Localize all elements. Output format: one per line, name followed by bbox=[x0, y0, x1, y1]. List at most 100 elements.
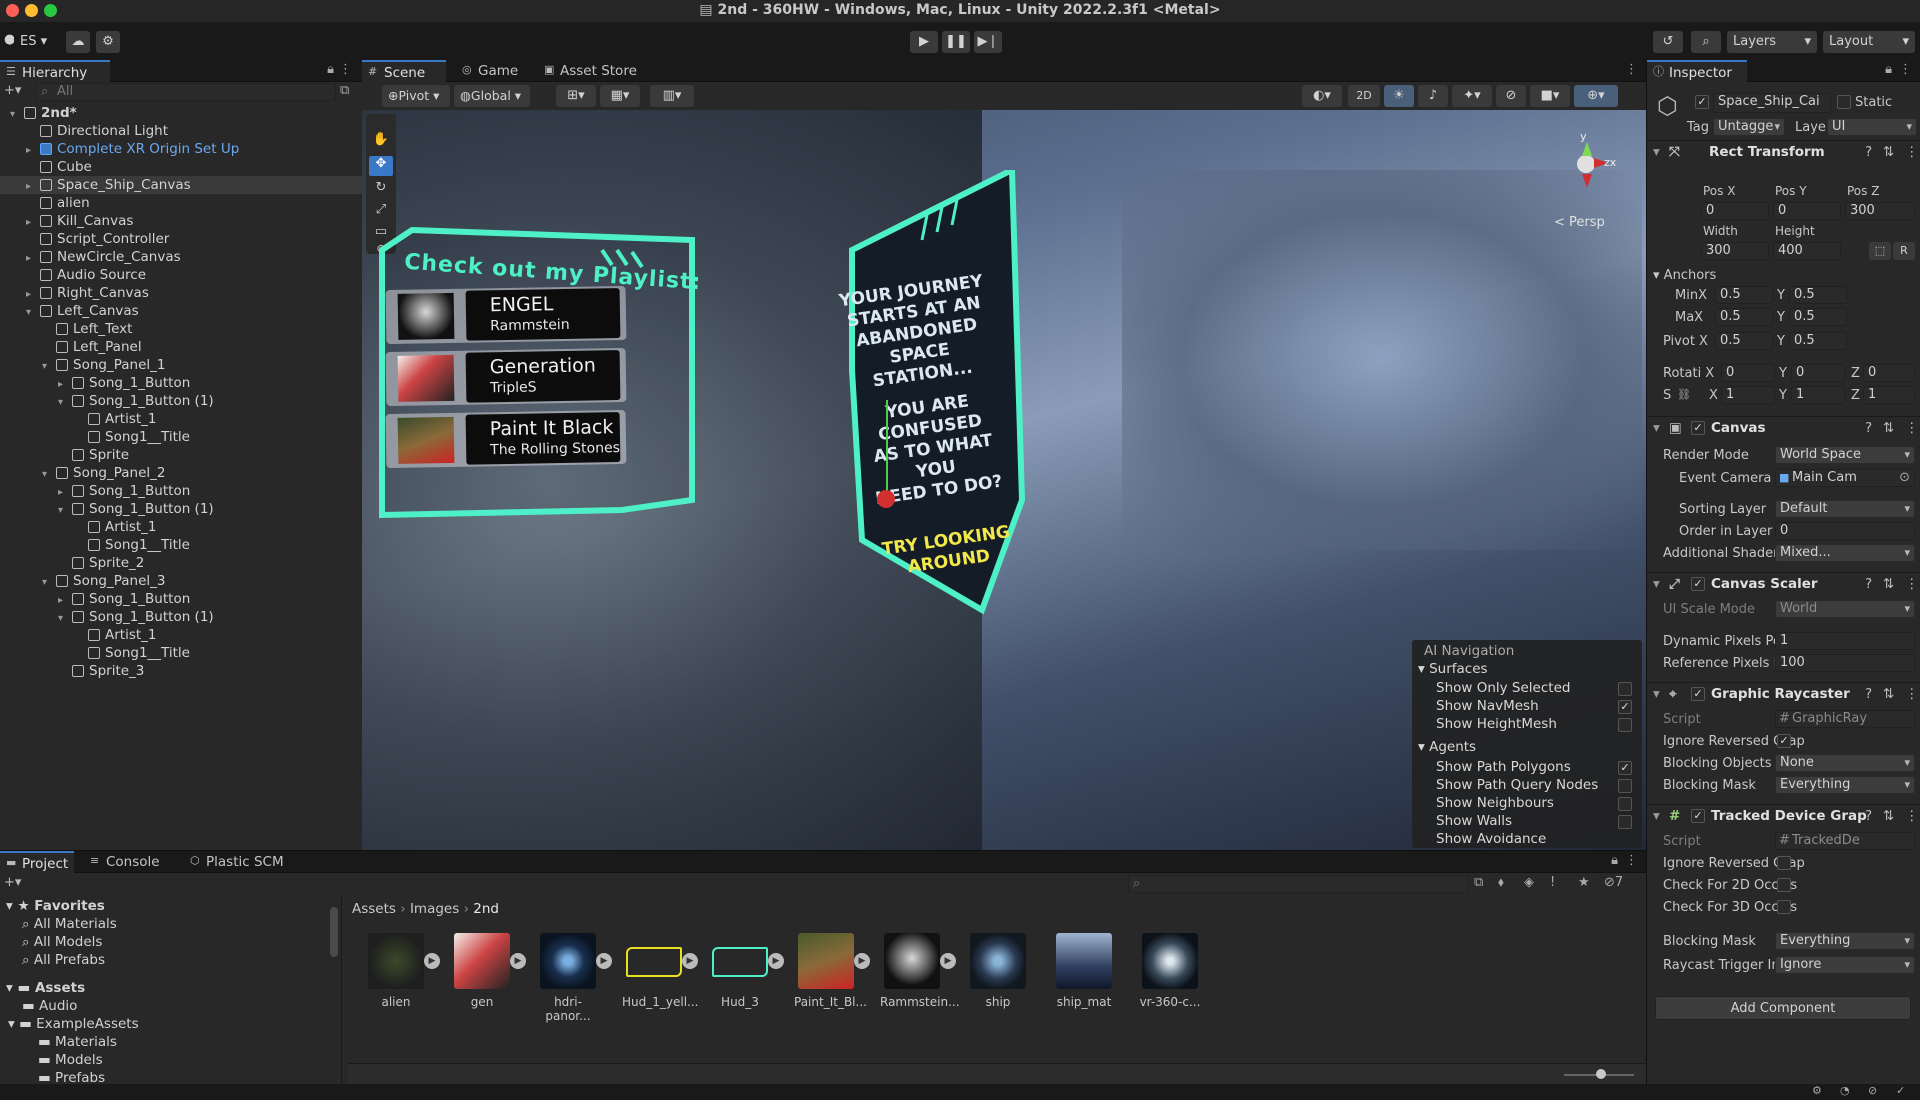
minimize-window-button[interactable] bbox=[25, 4, 38, 17]
snap-icon[interactable]: ⊞▾ bbox=[556, 85, 596, 107]
breadcrumb-assets[interactable]: Assets bbox=[352, 901, 396, 917]
hierarchy-item[interactable]: ▾ Song_Panel_3 bbox=[0, 572, 362, 590]
canvas-header[interactable]: ▾ ▣ ✓ Canvas ? ⇅ ⋮ bbox=[1647, 416, 1920, 438]
anchors-foldout[interactable]: ▾ Anchors bbox=[1653, 268, 1716, 283]
hierarchy-item[interactable]: ▸ NewCircle_Canvas bbox=[0, 248, 362, 266]
tab-inspector[interactable]: ⓘ Inspector bbox=[1647, 60, 1747, 82]
tree-scrollbar[interactable] bbox=[330, 907, 338, 957]
hierarchy-item[interactable]: Left_Panel bbox=[0, 338, 362, 356]
warning-filter-icon[interactable]: ! bbox=[1550, 875, 1555, 890]
tracked-device-enabled-checkbox[interactable]: ✓ bbox=[1691, 809, 1705, 823]
blocking-mask-dropdown[interactable]: Everything bbox=[1775, 776, 1915, 794]
hidden-objects-icon[interactable]: ⊘ bbox=[1496, 85, 1526, 107]
tree-item-materials[interactable]: ▬ Materials bbox=[38, 1033, 117, 1051]
all-prefabs-item[interactable]: ⌕ All Prefabs bbox=[22, 951, 105, 969]
grid-snap-icon[interactable]: ▦▾ bbox=[600, 85, 640, 107]
hierarchy-item[interactable]: ▾ Song_Panel_1 bbox=[0, 356, 362, 374]
presets-icon[interactable]: ⇅ bbox=[1883, 683, 1894, 705]
hidden-packages-icon[interactable]: ⊘7 bbox=[1604, 875, 1623, 890]
tab-plastic-scm[interactable]: ⬡ Plastic SCM bbox=[184, 851, 304, 873]
hierarchy-item[interactable]: Song1__Title bbox=[0, 428, 362, 446]
add-component-button[interactable]: Add Component bbox=[1655, 996, 1911, 1020]
expand-asset-icon[interactable]: ▶ bbox=[424, 953, 440, 969]
graphic-raycaster-enabled-checkbox[interactable]: ✓ bbox=[1691, 687, 1705, 701]
canvas-scaler-header[interactable]: ▾ ⤢ ✓ Canvas Scaler ? ⇅ ⋮ bbox=[1647, 572, 1920, 594]
hierarchy-item[interactable]: Script_Controller bbox=[0, 230, 362, 248]
canvas-enabled-checkbox[interactable]: ✓ bbox=[1691, 421, 1705, 435]
move-gizmo-center[interactable] bbox=[877, 490, 895, 508]
component-menu-icon[interactable]: ⋮ bbox=[1905, 417, 1919, 439]
component-menu-icon[interactable]: ⋮ bbox=[1905, 141, 1919, 163]
show-path-polygons-checkbox[interactable]: ✓ bbox=[1618, 761, 1632, 775]
add-icon[interactable]: +▾ bbox=[4, 83, 21, 98]
audio-icon[interactable]: ♪ bbox=[1418, 85, 1448, 107]
min-y-field[interactable]: 0.5 bbox=[1789, 286, 1847, 304]
asset-item[interactable]: Rammstein... ▶ bbox=[880, 933, 960, 1009]
hierarchy-item[interactable]: Song1__Title bbox=[0, 536, 362, 554]
rotate-tool-icon[interactable]: ↻ bbox=[369, 180, 393, 200]
dynamic-pixels-field[interactable]: 1 bbox=[1775, 632, 1915, 650]
hand-tool-icon[interactable]: ✋ bbox=[369, 132, 393, 152]
hierarchy-item[interactable]: Directional Light bbox=[0, 122, 362, 140]
effects-icon[interactable]: ✦▾ bbox=[1452, 85, 1492, 107]
close-window-button[interactable] bbox=[6, 4, 19, 17]
asset-item[interactable]: hdri-panor... ▶ bbox=[536, 933, 612, 1023]
ui-scale-mode-dropdown[interactable]: World bbox=[1775, 600, 1915, 618]
perspective-toggle[interactable]: < Persp bbox=[1554, 215, 1605, 230]
show-navmesh-checkbox[interactable]: ✓ bbox=[1618, 700, 1632, 714]
draw-mode-icon[interactable]: ◐▾ bbox=[1302, 85, 1342, 107]
asset-item[interactable]: vr-360-c... bbox=[1138, 933, 1202, 1009]
expand-asset-icon[interactable]: ▶ bbox=[768, 953, 784, 969]
hierarchy-item[interactable]: Sprite_3 bbox=[0, 662, 362, 680]
show-heightmesh-checkbox[interactable] bbox=[1618, 718, 1632, 732]
show-only-selected-checkbox[interactable] bbox=[1618, 682, 1632, 696]
tree-item-models[interactable]: ▬ Models bbox=[38, 1051, 103, 1069]
song-card[interactable]: Paint It Black The Rolling Stones bbox=[385, 409, 627, 469]
more-menu-icon[interactable]: ⋮ bbox=[1899, 62, 1912, 77]
scale-x-field[interactable]: 1 bbox=[1721, 386, 1775, 404]
scene-viewport[interactable]: ✋ ✥ ↻ ⤢ ▭ ⊛ Check out my Playlist: ENGEL… bbox=[362, 110, 1646, 850]
favorites-foldout[interactable]: ▾ ★ Favorites bbox=[6, 897, 105, 915]
help-icon[interactable]: ? bbox=[1865, 573, 1872, 595]
hierarchy-item[interactable]: Cube bbox=[0, 158, 362, 176]
presets-icon[interactable]: ⇅ bbox=[1883, 417, 1894, 439]
blueprint-mode-button[interactable]: ⬚ bbox=[1869, 242, 1891, 260]
rotation-y-field[interactable]: 0 bbox=[1791, 364, 1845, 382]
tab-hierarchy[interactable]: ☰ Hierarchy bbox=[0, 60, 110, 82]
gizmos-icon[interactable]: ⊕▾ bbox=[1574, 85, 1618, 107]
link-icon[interactable]: ⛓ bbox=[1677, 388, 1691, 401]
show-walls-checkbox[interactable] bbox=[1618, 815, 1632, 829]
min-x-field[interactable]: 0.5 bbox=[1715, 286, 1773, 304]
hierarchy-search-input[interactable]: ⌕ All bbox=[36, 83, 336, 101]
notification-icon[interactable]: ✓ bbox=[1896, 1084, 1905, 1097]
lock-icon[interactable]: 🔒︎ bbox=[327, 62, 334, 77]
component-menu-icon[interactable]: ⋮ bbox=[1905, 805, 1919, 827]
rotation-z-field[interactable]: 0 bbox=[1863, 364, 1915, 382]
event-camera-field[interactable]: ■ Main Cam ⊙ bbox=[1775, 469, 1915, 487]
hierarchy-item[interactable]: ▾ Left_Canvas bbox=[0, 302, 362, 320]
scale-z-field[interactable]: 1 bbox=[1863, 386, 1915, 404]
component-menu-icon[interactable]: ⋮ bbox=[1905, 683, 1919, 705]
pos-z-field[interactable]: 300 bbox=[1845, 202, 1915, 220]
project-search-input[interactable]: ⌕ bbox=[1128, 875, 1468, 893]
all-models-item[interactable]: ⌕ All Models bbox=[22, 933, 102, 951]
history-icon[interactable]: ↺ bbox=[1653, 31, 1683, 53]
check-2d-checkbox[interactable] bbox=[1777, 878, 1791, 892]
tree-item-exampleassets[interactable]: ▾ ▬ ExampleAssets bbox=[8, 1015, 139, 1033]
camera-icon[interactable]: ■▾ bbox=[1530, 85, 1570, 107]
move-tool-icon[interactable]: ✥ bbox=[369, 156, 393, 176]
hierarchy-item[interactable]: ▾ Song_1_Button (1) bbox=[0, 608, 362, 626]
hierarchy-item[interactable]: ▸ Song_1_Button bbox=[0, 590, 362, 608]
asset-item[interactable]: alien ▶ bbox=[364, 933, 440, 1009]
help-icon[interactable]: ? bbox=[1865, 141, 1872, 163]
asset-item[interactable]: ship bbox=[966, 933, 1030, 1009]
scale-y-field[interactable]: 1 bbox=[1791, 386, 1845, 404]
object-name-field[interactable]: Space_Ship_Cai bbox=[1713, 93, 1831, 113]
expand-asset-icon[interactable]: ▶ bbox=[682, 953, 698, 969]
expand-asset-icon[interactable]: ▶ bbox=[596, 953, 612, 969]
move-gizmo-y-axis[interactable] bbox=[886, 400, 888, 500]
max-x-field[interactable]: 0.5 bbox=[1715, 308, 1773, 326]
hierarchy-item[interactable]: ▾ Song_1_Button (1) bbox=[0, 392, 362, 410]
hierarchy-item[interactable]: ▸ Song_1_Button bbox=[0, 374, 362, 392]
hierarchy-item[interactable]: ▾ Song_Panel_2 bbox=[0, 464, 362, 482]
